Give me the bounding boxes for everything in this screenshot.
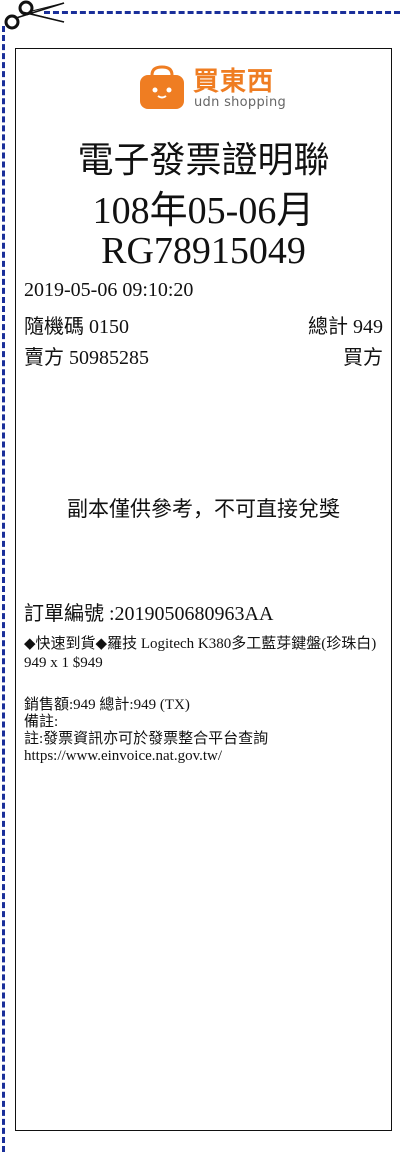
buyer-label: 買方 [343,347,383,369]
invoice-period: 108年05-06月 [92,190,315,232]
sales-summary: 銷售額:949 總計:949 (TX) [24,697,190,713]
brand-logo: 買東西 udn shopping [138,59,288,115]
invoice-receipt: 買東西 udn shopping 電子發票證明聯 108年05-06月 RG78… [15,48,392,1131]
order-item: ◆快速到貨◆羅技 Logitech K380多工藍芽鍵盤(珍珠白) 949 x … [24,636,377,671]
brand-name-en: udn shopping [194,95,287,110]
seller-row: 賣方 50985285 買方 [24,341,383,370]
random-code: 隨機碼 0150 [24,316,129,338]
invoice-details: 銷售額:949 總計:949 (TX) 備註: 註:發票資訊亦可於發票整合平台查… [24,697,383,765]
invoice-title: 電子發票證明聯 [77,140,330,180]
shopping-bag-icon [140,65,184,109]
brand-name-cn: 買東西 [193,67,275,97]
copy-notice: 副本僅供參考，不可直接兌獎 [67,497,340,521]
total-amount: 總計 949 [308,316,383,338]
order-number: 訂單編號 :2019050680963AA [24,603,274,625]
scissors-icon [4,0,65,30]
datetime-row: 2019-05-06 09:10:20 [24,279,383,302]
seller-id: 賣方 50985285 [24,347,149,369]
random-code-row: 隨機碼 0150 總計 949 [24,310,383,339]
invoice-number: RG78915049 [101,230,306,272]
einvoice-url[interactable]: https://www.einvoice.nat.gov.tw/ [24,748,383,765]
cut-line-left [2,26,5,1152]
invoice-datetime: 2019-05-06 09:10:20 [24,279,194,301]
query-note: 註:發票資訊亦可於發票整合平台查詢 [24,731,269,747]
cut-line-top [44,11,400,14]
remark-label: 備註: [24,714,59,730]
